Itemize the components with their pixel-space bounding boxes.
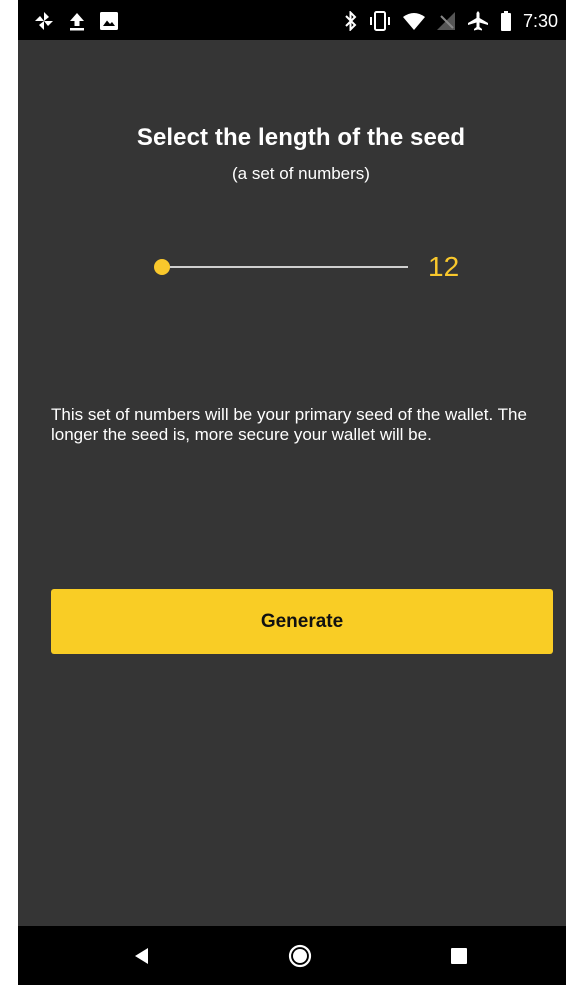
vibrate-icon: [369, 11, 391, 31]
recents-icon[interactable]: [451, 948, 467, 969]
seed-length-value: 12: [428, 251, 460, 282]
app-screen: 7:30 Select the length of the seed (a se…: [18, 0, 566, 985]
status-bar-time: 7:30: [522, 11, 558, 31]
airplane-mode-icon: [467, 10, 489, 32]
pinwheel-icon: [34, 11, 54, 31]
wifi-icon: [402, 12, 425, 30]
home-icon[interactable]: [288, 944, 312, 973]
bluetooth-icon: [344, 11, 357, 31]
page-subtitle: (a set of numbers): [232, 164, 370, 183]
status-bar: 7:30: [18, 0, 566, 40]
seed-info-text: This set of numbers will be your primary…: [51, 405, 527, 444]
page-title: Select the length of the seed: [136, 124, 466, 151]
slider-track[interactable]: [162, 266, 408, 268]
battery-icon: [500, 11, 511, 31]
image-icon: [100, 12, 118, 30]
navigation-bar: [18, 926, 566, 985]
back-icon[interactable]: [134, 947, 150, 970]
slider-thumb[interactable]: [154, 259, 170, 275]
status-bar-notifications: [34, 10, 118, 32]
generate-button[interactable]: Generate: [51, 589, 553, 654]
status-bar-system: 7:30: [344, 10, 558, 32]
upload-icon: [69, 11, 85, 31]
no-signal-icon: [436, 12, 455, 30]
seed-length-slider[interactable]: [154, 254, 408, 280]
